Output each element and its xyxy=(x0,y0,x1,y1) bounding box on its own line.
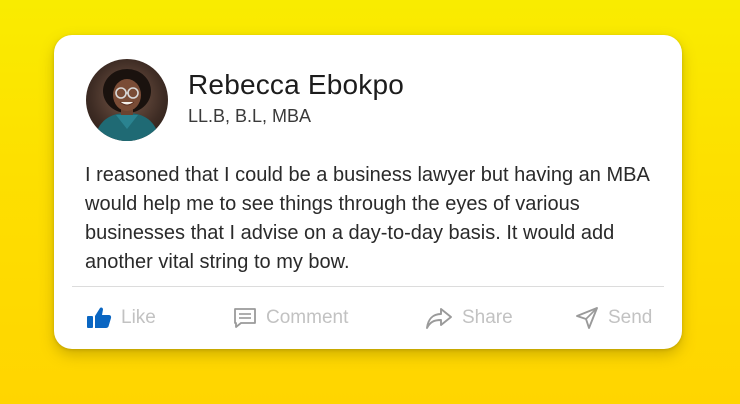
share-label: Share xyxy=(462,307,513,328)
comment-button[interactable]: Comment xyxy=(233,301,348,335)
post-text: I reasoned that I could be a business la… xyxy=(85,164,649,273)
yellow-background: Rebecca Ebokpo LL.B, B.L, MBA I reasoned… xyxy=(0,0,740,404)
send-icon xyxy=(575,306,599,330)
comment-label: Comment xyxy=(266,307,349,328)
send-label: Send xyxy=(608,307,653,328)
divider xyxy=(72,286,664,287)
post-card: Rebecca Ebokpo LL.B, B.L, MBA I reasoned… xyxy=(54,35,682,349)
author-credentials: LL.B, B.L, MBA xyxy=(188,106,312,126)
thumbs-up-icon xyxy=(86,306,112,330)
author-name[interactable]: Rebecca Ebokpo xyxy=(188,69,404,101)
post-actions-bar: Like Comment Share Send xyxy=(54,301,682,335)
share-button[interactable]: Share xyxy=(425,301,513,335)
avatar[interactable] xyxy=(86,59,168,141)
send-button[interactable]: Send xyxy=(575,301,652,335)
share-arrow-icon xyxy=(425,306,453,330)
like-label: Like xyxy=(121,307,156,328)
comment-icon xyxy=(233,307,257,329)
avatar-portrait-icon xyxy=(94,69,160,141)
like-button[interactable]: Like xyxy=(86,301,156,335)
